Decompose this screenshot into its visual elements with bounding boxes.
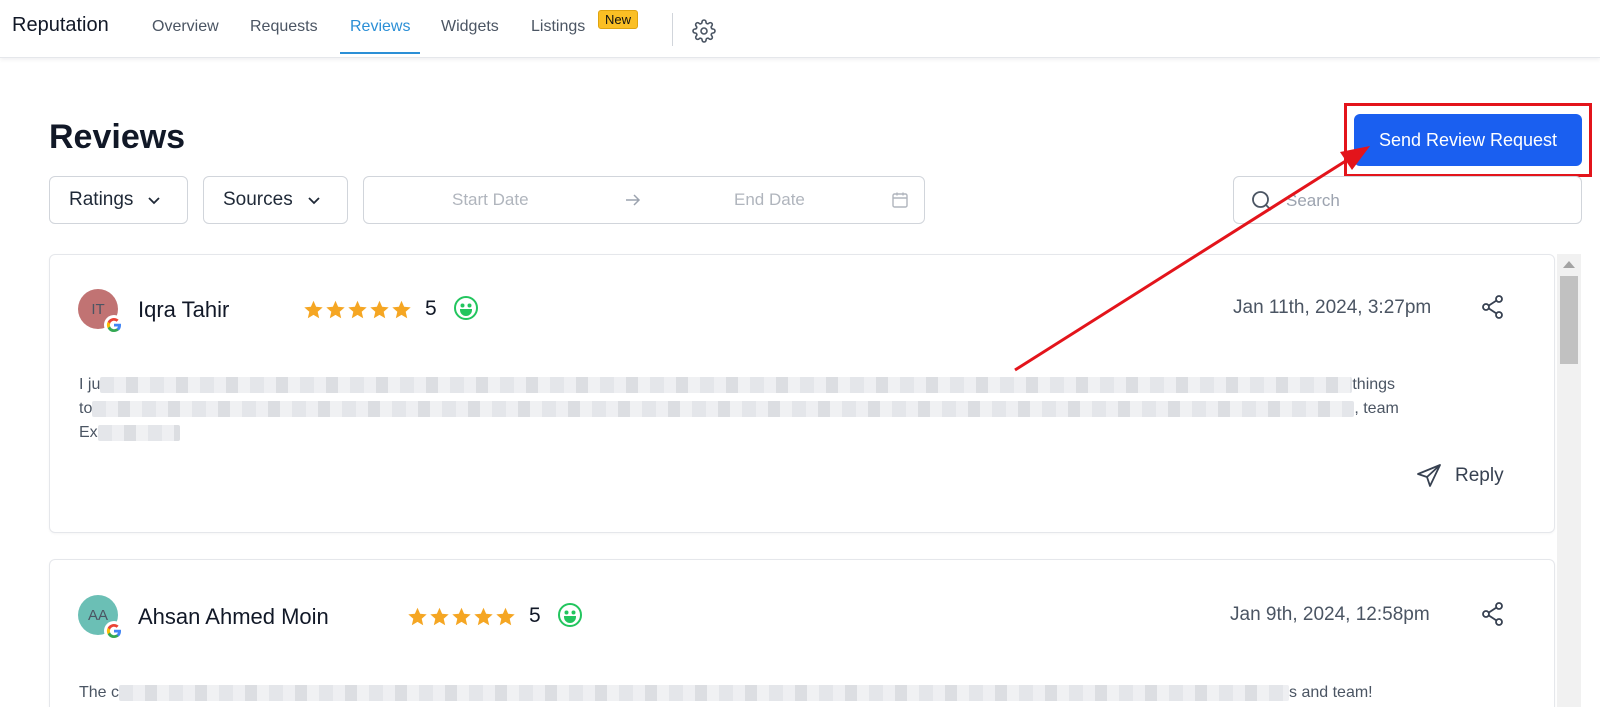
avatar: IT bbox=[78, 289, 124, 335]
scroll-thumb[interactable] bbox=[1560, 276, 1578, 364]
ratings-label: Ratings bbox=[69, 189, 134, 210]
star-icon bbox=[304, 300, 323, 319]
chevron-down-icon bbox=[308, 197, 320, 205]
smile-icon bbox=[558, 603, 582, 627]
review-text-start: I ju bbox=[79, 376, 101, 393]
star-icon bbox=[370, 300, 389, 319]
ratings-dropdown[interactable]: Ratings bbox=[49, 176, 188, 224]
share-icon[interactable] bbox=[1480, 601, 1506, 627]
review-text-end: s and team! bbox=[1289, 684, 1373, 701]
page-title: Reviews bbox=[49, 118, 186, 156]
nav-divider bbox=[672, 13, 673, 46]
top-nav: Reputation Overview Requests Reviews Wid… bbox=[0, 0, 1600, 58]
rating-value: 5 bbox=[425, 297, 437, 320]
review-date: Jan 11th, 2024, 3:27pm bbox=[1233, 297, 1432, 318]
reviewer-name: Iqra Tahir bbox=[138, 297, 230, 322]
review-date: Jan 9th, 2024, 12:58pm bbox=[1230, 604, 1430, 625]
scrollbar[interactable] bbox=[1557, 254, 1581, 707]
review-text-end: things bbox=[1352, 376, 1396, 393]
reply-button[interactable]: Reply bbox=[1415, 462, 1504, 490]
sources-label: Sources bbox=[223, 189, 293, 210]
star-icon bbox=[430, 607, 449, 626]
gear-icon[interactable] bbox=[692, 19, 716, 43]
review-text: The c s and team! bbox=[79, 681, 1499, 705]
review-text-end: , team bbox=[1354, 400, 1399, 417]
google-icon bbox=[104, 315, 124, 335]
star-icon bbox=[392, 300, 411, 319]
star-icon bbox=[326, 300, 345, 319]
tab-requests[interactable]: Requests bbox=[250, 18, 318, 56]
star-rating bbox=[407, 606, 516, 627]
tab-listings[interactable]: Listings bbox=[531, 18, 585, 56]
redacted-text bbox=[119, 684, 1290, 701]
start-date-input[interactable]: Start Date bbox=[452, 190, 529, 210]
reply-label: Reply bbox=[1455, 465, 1504, 486]
scroll-up-arrow[interactable] bbox=[1563, 261, 1575, 268]
sources-dropdown[interactable]: Sources bbox=[203, 176, 348, 224]
send-icon bbox=[1417, 464, 1441, 487]
review-card: IT Iqra Tahir 5 Jan 11th, 2024, 3:27pm I… bbox=[49, 254, 1555, 533]
review-text-start: Ex bbox=[79, 424, 98, 441]
rating-value: 5 bbox=[529, 604, 541, 627]
redacted-text bbox=[97, 424, 180, 441]
tab-overview[interactable]: Overview bbox=[152, 18, 219, 56]
tab-widgets[interactable]: Widgets bbox=[441, 18, 499, 56]
search-icon bbox=[1252, 191, 1272, 211]
star-icon bbox=[474, 607, 493, 626]
avatar-initials: AA bbox=[87, 606, 108, 624]
chevron-down-icon bbox=[148, 197, 161, 205]
star-icon bbox=[452, 607, 471, 626]
annotation-highlight-box bbox=[1344, 103, 1592, 177]
review-text-start: to bbox=[79, 400, 93, 417]
avatar-initials: IT bbox=[91, 300, 105, 318]
search-input[interactable] bbox=[1286, 189, 1566, 213]
star-rating bbox=[303, 299, 412, 320]
review-text-start: The c bbox=[79, 684, 120, 701]
reviewer-name: Ahsan Ahmed Moin bbox=[138, 604, 329, 629]
review-text: I ju things to , team Ex bbox=[79, 373, 1499, 445]
brand-title: Reputation bbox=[12, 14, 109, 36]
avatar: AA bbox=[78, 595, 124, 641]
smile-icon bbox=[454, 296, 478, 320]
redacted-text bbox=[92, 400, 1355, 417]
share-icon[interactable] bbox=[1480, 294, 1506, 320]
date-range-picker[interactable]: Start Date End Date bbox=[363, 176, 925, 224]
google-icon bbox=[104, 621, 124, 641]
star-icon bbox=[408, 607, 427, 626]
star-icon bbox=[496, 607, 515, 626]
new-badge: New bbox=[598, 10, 639, 29]
redacted-text bbox=[100, 376, 1353, 393]
calendar-icon bbox=[892, 192, 908, 208]
search-box bbox=[1233, 176, 1582, 224]
star-icon bbox=[348, 300, 367, 319]
arrow-right-icon bbox=[626, 194, 641, 206]
end-date-input[interactable]: End Date bbox=[734, 190, 805, 210]
review-card: AA Ahsan Ahmed Moin 5 Jan 9th, 2024, 12:… bbox=[49, 559, 1555, 707]
tab-reviews[interactable]: Reviews bbox=[339, 18, 422, 56]
